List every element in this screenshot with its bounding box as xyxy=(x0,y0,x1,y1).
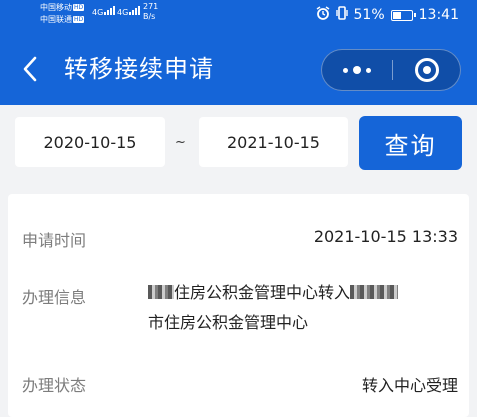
back-button[interactable] xyxy=(18,54,42,84)
mini-program-capsule xyxy=(321,49,461,91)
page-title: 转移接续申请 xyxy=(64,55,214,83)
apply-time-label: 申请时间 xyxy=(22,231,87,250)
signal-icon-2: 4G xyxy=(117,5,141,17)
clock: 13:41 xyxy=(418,7,459,23)
battery-icon xyxy=(390,9,416,21)
carrier-1: 中国移动 HD xyxy=(40,3,85,12)
chevron-left-icon xyxy=(23,56,37,82)
date-range-separator: ~ xyxy=(175,135,186,150)
target-icon xyxy=(415,58,439,82)
more-button[interactable] xyxy=(322,50,392,90)
start-date-picker[interactable]: 2020-10-15 xyxy=(15,117,165,167)
query-button[interactable]: 查询 xyxy=(359,116,462,170)
carrier-2: 中国联通 HD xyxy=(40,15,85,24)
handling-info-value: 住房公积金管理中心转入 市住房公积金管理中心 xyxy=(148,278,458,338)
redacted-text xyxy=(350,285,399,299)
signal-icon: 4G xyxy=(92,5,116,17)
battery-percent: 51% xyxy=(353,7,385,23)
alarm-icon xyxy=(316,6,330,24)
nav-bar: 转移接续申请 xyxy=(0,34,477,105)
handling-status-label: 办理状态 xyxy=(22,376,87,395)
handling-info-label: 办理信息 xyxy=(22,288,87,307)
redacted-text xyxy=(148,285,174,299)
application-record-card[interactable]: 申请时间 2021-10-15 13:33 办理信息 住房公积金管理中心转入 市… xyxy=(8,194,469,417)
close-miniprogram-button[interactable] xyxy=(393,50,461,90)
network-speed: 271 B/s xyxy=(143,2,159,21)
status-bar: 中国移动 HD 中国联通 HD 4G 4G 271 B/s 51% 13:41 xyxy=(0,0,477,34)
handling-status-value: 转入中心受理 xyxy=(361,376,458,395)
apply-time-value: 2021-10-15 13:33 xyxy=(313,227,458,246)
vibrate-icon xyxy=(335,6,348,24)
end-date-picker[interactable]: 2021-10-15 xyxy=(199,117,348,167)
date-filter: 2020-10-15 ~ 2021-10-15 查询 xyxy=(0,105,477,180)
